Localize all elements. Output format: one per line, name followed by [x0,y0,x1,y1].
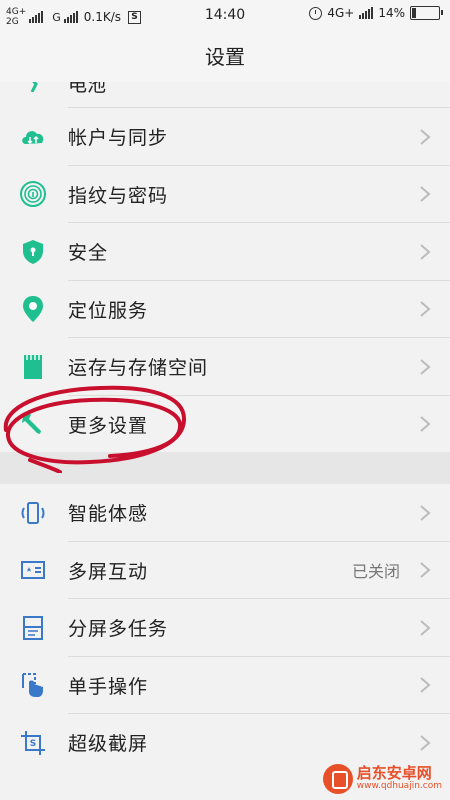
settings-item-label: 单手操作 [68,675,149,698]
battery-icon [410,6,443,20]
fingerprint-icon [20,181,46,208]
watermark: 启东安卓网 www.qdhuajin.com [322,764,442,794]
svg-text:S: S [30,739,36,749]
settings-item-label: 更多设置 [68,414,149,437]
battery-percent: 14% [378,6,405,20]
chevron-right-icon [420,243,431,260]
settings-group-1: 帐户与同步 指纹与密码 安全 定位服务 运存与存储空间 更多设置 [0,108,450,453]
alarm-icon [309,6,323,20]
location-pin-icon [20,296,46,323]
settings-item-label: 帐户与同步 [68,127,169,150]
section-divider [0,452,450,484]
settings-item-smart-motion[interactable]: 智能体感 [0,484,450,542]
screenshot-icon: S [20,730,46,756]
multi-screen-icon [20,557,46,583]
chevron-right-icon [420,358,431,375]
settings-item-one-hand[interactable]: 单手操作 [0,657,450,715]
phone-motion-icon [20,500,46,526]
settings-item-label: 运存与存储空间 [68,357,209,380]
settings-item-fingerprint[interactable]: 指纹与密码 [0,166,450,224]
watermark-logo-icon [322,764,353,794]
settings-item-storage[interactable]: 运存与存储空间 [0,338,450,396]
settings-item-label: 指纹与密码 [68,184,169,207]
chevron-right-icon [420,677,431,694]
settings-item-label: 安全 [68,242,109,265]
settings-item-security[interactable]: 安全 [0,223,450,281]
battery-setting-icon [30,82,38,92]
settings-item-label: 电池 [68,82,107,96]
chevron-right-icon [420,562,431,579]
settings-group-2: 智能体感 多屏互动 已关闭 分屏多任务 单手操作 S 超级截屏 [0,484,450,772]
chevron-right-icon [420,128,431,145]
split-screen-icon [20,615,46,641]
chevron-right-icon [420,734,431,751]
one-hand-icon [20,672,46,698]
settings-item-label: 定位服务 [68,299,149,322]
chevron-right-icon [420,301,431,318]
settings-item-label: 智能体感 [68,503,149,526]
settings-item-label: 多屏互动 [68,560,149,583]
settings-item-label: 分屏多任务 [68,618,169,641]
cloud-sync-icon [20,124,46,150]
shield-icon [20,239,46,265]
signal-bars-icon [359,7,374,19]
status-bar: 4G+ 2G G 0.1K/s S 14:40 4G+ 14% [0,0,450,32]
settings-item-super-screenshot[interactable]: S 超级截屏 [0,714,450,772]
settings-item-account-sync[interactable]: 帐户与同步 [0,108,450,166]
chevron-right-icon [420,504,431,521]
watermark-url: www.qdhuajin.com [356,781,442,792]
settings-item-location[interactable]: 定位服务 [0,281,450,339]
sd-card-icon [20,354,46,380]
status-value: 已关闭 [351,562,400,582]
chevron-right-icon [420,186,431,203]
battery-fill [412,8,416,18]
settings-item-split-screen[interactable]: 分屏多任务 [0,599,450,657]
settings-item-label: 超级截屏 [68,733,149,756]
status-right: 4G+ 14% [309,6,443,20]
wrench-icon [20,411,46,437]
settings-item-multi-screen[interactable]: 多屏互动 已关闭 [0,542,450,600]
chevron-right-icon [420,619,431,636]
network-type: 4G+ [327,6,355,20]
chevron-right-icon [420,416,431,433]
watermark-title: 启东安卓网 [356,764,432,783]
page-title: 设置 [0,32,450,82]
settings-item-more-settings[interactable]: 更多设置 [0,396,450,454]
settings-item-battery[interactable]: 电池 [0,82,450,108]
